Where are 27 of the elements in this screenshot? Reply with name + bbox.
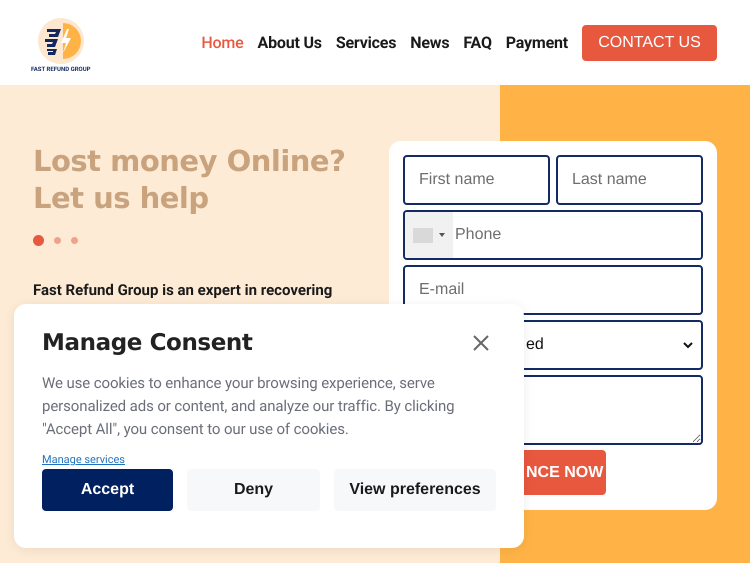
intro-text: Fast Refund Group is an expert in recovering — [33, 281, 334, 299]
accept-button[interactable]: Accept — [42, 469, 173, 511]
nav-link[interactable]: News — [410, 33, 450, 52]
slide-dot[interactable] — [71, 237, 78, 244]
phone-field[interactable]: Phone — [403, 210, 703, 260]
caret-icon[interactable] — [439, 233, 445, 237]
hero-heading: Lost money Online? Let us help — [33, 143, 346, 217]
slide-dot[interactable] — [33, 235, 44, 246]
contact-button[interactable]: CONTACT US — [582, 24, 717, 60]
consent-text: We use cookies to enhance your browsing experience, serve personalized ads or content, and analyze our traffic. By clicking "Accept All", you consent to our use of cookies. — [42, 373, 456, 440]
dialog-button[interactable]: View preferences — [334, 469, 496, 511]
logo-icon — [36, 16, 85, 64]
nav-link[interactable]: Services — [336, 33, 396, 52]
last-name-field[interactable]: Last name — [556, 155, 703, 205]
nav-link[interactable]: About Us — [258, 33, 322, 52]
email-field[interactable]: E-mail — [403, 265, 703, 315]
manage-services-link[interactable]: Manage services — [42, 453, 125, 466]
nav-link[interactable]: FAQ — [463, 33, 492, 52]
nav-link[interactable]: Payment — [506, 33, 568, 52]
chevron-icon[interactable] — [683, 342, 693, 348]
dialog-button[interactable]: Deny — [187, 469, 320, 511]
dialog-title: Manage Consent — [42, 330, 252, 356]
submit-button[interactable]: NCE NOW — [524, 450, 606, 495]
slide-dot[interactable] — [54, 237, 61, 244]
first-name-field[interactable]: First name — [403, 155, 550, 205]
nav-link[interactable]: Home — [201, 33, 244, 52]
close-icon[interactable] — [472, 334, 490, 352]
